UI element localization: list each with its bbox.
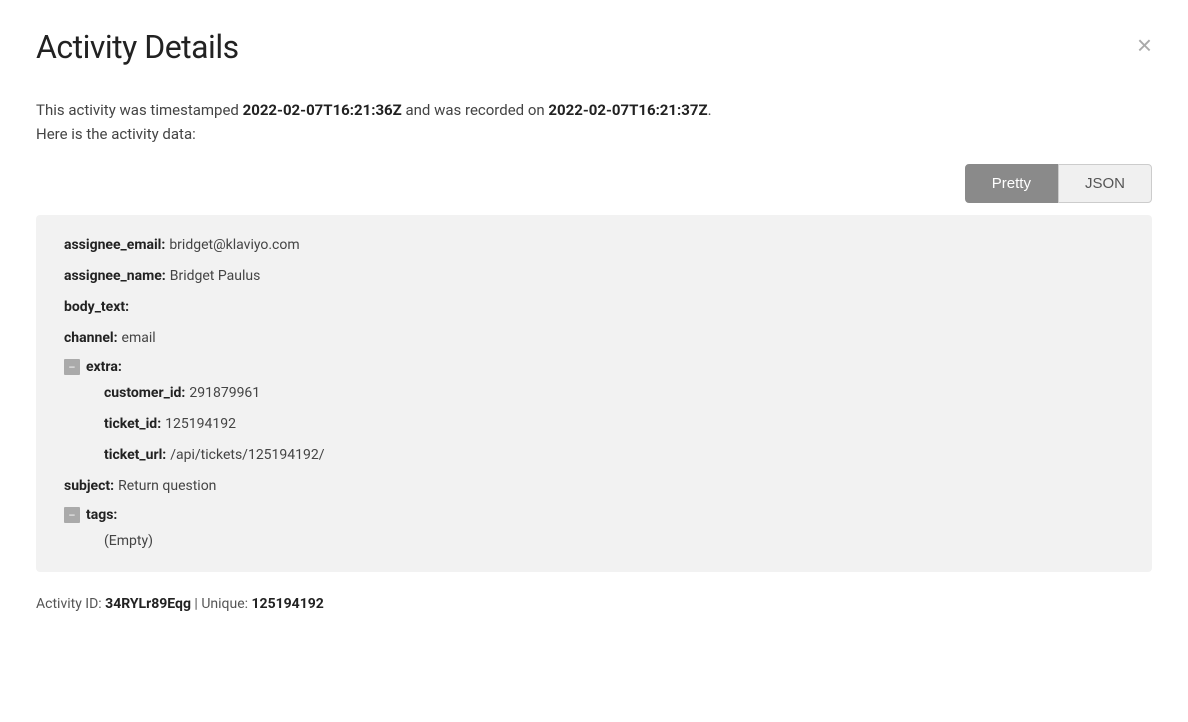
channel-key: channel: [64,328,118,349]
ticket-url-row: ticket_url: /api/tickets/125194192/ [104,445,1124,466]
channel-value: email [122,328,156,349]
activity-id-value: 34RYLr89Eqg [105,596,191,612]
assignee-name-key: assignee_name: [64,266,166,287]
collapse-extra-icon[interactable]: – [64,359,80,375]
footer: Activity ID: 34RYLr89Eqg | Unique: 12519… [36,596,1152,612]
ticket-id-value: 125194192 [165,414,236,435]
customer-id-value: 291879961 [189,383,260,404]
extra-key: extra: [86,359,122,375]
description-line2: Here is the activity data: [36,125,196,143]
description-text: This activity was timestamped 2022-02-07… [36,98,1152,146]
unique-separator: | Unique: [191,596,252,612]
assignee-name-value: Bridget Paulus [170,266,261,287]
collapse-tags-icon[interactable]: – [64,507,80,523]
tags-empty-value: (Empty) [104,531,153,552]
activity-id-prefix: Activity ID: [36,596,105,612]
view-toggle-toolbar: Pretty JSON [36,164,1152,203]
ticket-id-key: ticket_id: [104,414,161,435]
assignee-email-key: assignee_email: [64,235,165,256]
subject-key: subject: [64,476,114,497]
description-middle: and was recorded on [402,101,549,119]
ticket-id-row: ticket_id: 125194192 [104,414,1124,435]
pretty-tab-button[interactable]: Pretty [965,164,1058,203]
customer-id-row: customer_id: 291879961 [104,383,1124,404]
json-tab-button[interactable]: JSON [1058,164,1152,203]
modal-title: Activity Details [36,28,239,66]
description-suffix: . [708,101,712,119]
body-text-key: body_text: [64,297,129,318]
modal-header: Activity Details × [36,28,1152,66]
unique-id-value: 125194192 [252,596,324,612]
extra-nested: customer_id: 291879961 ticket_id: 125194… [64,383,1124,466]
timestamp1: 2022-02-07T16:21:36Z [243,101,402,119]
tags-nested: (Empty) [64,531,1124,552]
subject-value: Return question [118,476,216,497]
customer-id-key: customer_id: [104,383,185,404]
body-text-row: body_text: [64,297,1124,318]
ticket-url-key: ticket_url: [104,445,166,466]
data-panel: assignee_email: bridget@klaviyo.com assi… [36,215,1152,572]
close-button[interactable]: × [1137,32,1152,58]
subject-row: subject: Return question [64,476,1124,497]
tags-key: tags: [86,507,117,523]
tags-section-header: – tags: [64,507,1124,523]
ticket-url-value: /api/tickets/125194192/ [170,445,324,466]
modal: Activity Details × This activity was tim… [0,0,1188,722]
channel-row: channel: email [64,328,1124,349]
assignee-name-row: assignee_name: Bridget Paulus [64,266,1124,287]
timestamp2: 2022-02-07T16:21:37Z [548,101,707,119]
assignee-email-value: bridget@klaviyo.com [169,235,299,256]
extra-section-header: – extra: [64,359,1124,375]
description-prefix: This activity was timestamped [36,101,243,119]
assignee-email-row: assignee_email: bridget@klaviyo.com [64,235,1124,256]
tags-empty-row: (Empty) [104,531,1124,552]
